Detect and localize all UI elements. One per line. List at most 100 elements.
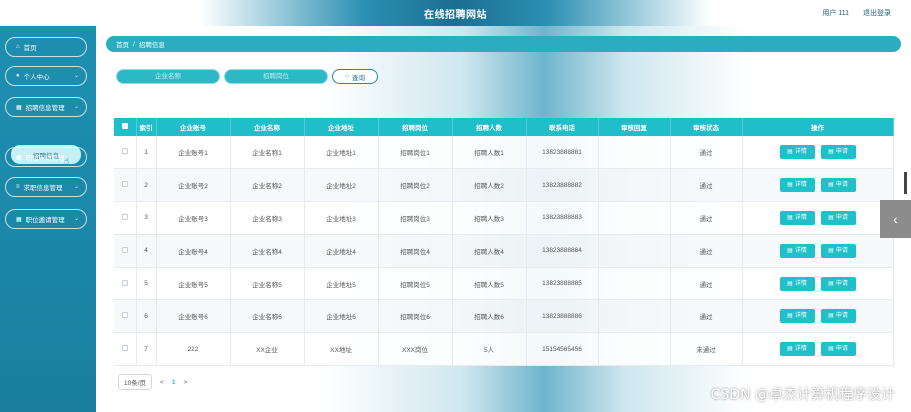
company-name-input[interactable]: 企业名称 (116, 69, 220, 84)
sidebar-item-invitation-management[interactable]: ▦ 职位邀请管理 ⌄ (5, 209, 87, 229)
sidebar-item-application-management[interactable]: ▦ 职位申请管理 ⌄ (5, 147, 87, 167)
sidebar-item-home[interactable]: ⌂ 首页 (5, 37, 87, 57)
detail-button[interactable]: ▤ 详情 (779, 309, 815, 324)
cell-position: 招聘岗位5 (378, 267, 453, 301)
row-checkbox[interactable] (114, 201, 137, 235)
row-checkbox[interactable] (114, 267, 137, 301)
apply-icon: ▤ (828, 149, 834, 156)
search-icon: ○ (345, 73, 349, 80)
cell-status: 通过 (670, 299, 743, 334)
sidebar-item-label: 职位邀请管理 (25, 217, 65, 224)
detail-button[interactable]: ▤ 详情 (779, 178, 815, 193)
column-header: 企业名称 (230, 118, 305, 136)
detail-button[interactable]: ▤ 详情 (779, 145, 815, 160)
cell-reply (598, 201, 671, 235)
cell-company-name: 企业名称1 (230, 136, 305, 170)
detail-button-label: 详情 (794, 214, 807, 221)
apply-button-label: 申请 (835, 313, 848, 320)
cell-phone: 13823888883 (526, 201, 599, 235)
cell-account: 企业账号1 (156, 136, 231, 170)
apply-icon: ▤ (828, 280, 834, 287)
apply-button[interactable]: ▤ 申请 (820, 243, 856, 258)
cell-account: 企业账号3 (156, 201, 231, 235)
apply-button-label: 申请 (835, 346, 848, 353)
page-number[interactable]: 1 (172, 379, 176, 386)
apply-button[interactable]: ▤ 申请 (820, 309, 856, 324)
chevron-down-icon: ⌄ (73, 184, 79, 190)
detail-button[interactable]: ▤ 详情 (779, 243, 815, 258)
detail-button[interactable]: ▤ 详情 (779, 276, 815, 291)
detail-icon: ▤ (787, 214, 793, 221)
page-size-select[interactable]: 10条/页 (118, 374, 153, 390)
home-icon: ⌂ (16, 44, 20, 50)
cell-address: 企业地址6 (304, 299, 379, 334)
detail-button[interactable]: ▤ 详情 (779, 210, 815, 225)
logout-link[interactable]: 退出登录 (863, 8, 891, 18)
collapse-handle[interactable]: ‹ (880, 200, 911, 238)
detail-button-label: 详情 (794, 247, 807, 254)
column-header: 审核回复 (598, 118, 671, 136)
cell-index: 6 (136, 299, 157, 334)
apply-button[interactable]: ▤ 申请 (820, 210, 856, 225)
sidebar-item-label: 首页 (23, 45, 37, 52)
prev-page-button[interactable]: < (160, 379, 164, 386)
apply-button[interactable]: ▤ 申请 (820, 178, 856, 193)
breadcrumb-home[interactable]: 首页 (116, 39, 129, 49)
apply-button[interactable]: ▤ 申请 (820, 342, 856, 357)
apply-button[interactable]: ▤ 申请 (820, 276, 856, 291)
column-header: 操作 (742, 118, 894, 136)
table-row: 7 222 XX企业 XX地址 XXX岗位 5人 15154565456 未通过 ▤ 详情 ▤ 申请 (114, 332, 894, 367)
cell-actions: ▤ 详情 ▤ 申请 (742, 168, 894, 203)
scroll-indicator (904, 172, 907, 194)
select-all-checkbox[interactable] (114, 118, 137, 136)
cell-status: 通过 (670, 201, 743, 235)
column-header: 企业地址 (304, 118, 379, 136)
apply-icon: ▤ (828, 247, 834, 254)
table-row: 4 企业账号4 企业名称4 企业地址4 招聘岗位4 招聘人数4 13823888884 通过 ▤… (114, 234, 894, 268)
detail-button-label: 详情 (794, 182, 807, 189)
table-row: 6 企业账号6 企业名称6 企业地址6 招聘岗位6 招聘人数6 13823888886 通过 ▤… (114, 299, 894, 334)
search-button[interactable]: ○ 查询 (332, 69, 378, 84)
cell-count: 招聘人数2 (452, 168, 527, 203)
sidebar-item-label: 个人中心 (23, 74, 50, 81)
cell-reply (598, 234, 671, 268)
row-checkbox[interactable] (114, 299, 137, 334)
sidebar-item-label: 求职信息管理 (23, 185, 63, 192)
sidebar-item-recruitment-management[interactable]: ▦ 招聘信息管理 ⌄ (5, 97, 87, 117)
row-checkbox[interactable] (114, 136, 137, 170)
detail-button-label: 详情 (794, 346, 807, 353)
column-header: 审核状态 (670, 118, 743, 136)
cell-actions: ▤ 详情 ▤ 申请 (742, 332, 894, 367)
cell-address: 企业地址5 (304, 267, 379, 301)
cell-count: 招聘人数6 (452, 299, 527, 334)
cell-index: 5 (136, 267, 157, 301)
cell-position: 招聘岗位1 (378, 136, 453, 170)
apply-button[interactable]: ▤ 申请 (820, 145, 856, 160)
cell-position: 招聘岗位2 (378, 168, 453, 203)
sidebar-item-personal-center[interactable]: ● 个人中心 ⌄ (5, 66, 87, 86)
detail-icon: ▤ (787, 247, 793, 254)
cell-address: 企业地址2 (304, 168, 379, 203)
app-title: 在线招聘网站 (424, 10, 487, 21)
detail-button[interactable]: ▤ 详情 (779, 342, 815, 357)
column-header: 索引 (136, 118, 157, 136)
chevron-down-icon: ⌄ (73, 154, 79, 160)
row-checkbox[interactable] (114, 234, 137, 268)
cell-reply (598, 332, 671, 367)
cell-reply (598, 136, 671, 170)
apply-button-label: 申请 (835, 182, 848, 189)
table-header-row: 索引 企业账号 企业名称 企业地址 招聘岗位 招聘人数 联系电话 审核回复 审核… (114, 118, 894, 136)
next-page-button[interactable]: > (183, 379, 187, 386)
detail-icon: ▤ (787, 149, 793, 156)
cell-index: 3 (136, 201, 157, 235)
row-checkbox[interactable] (114, 168, 137, 203)
breadcrumb: 首页 / 招聘信息 (106, 36, 901, 52)
apply-icon: ▤ (828, 313, 834, 320)
row-checkbox[interactable] (114, 332, 137, 367)
breadcrumb-current: 招聘信息 (138, 42, 165, 49)
position-input[interactable]: 招聘岗位 (224, 69, 328, 84)
cell-address: 企业地址3 (304, 201, 379, 235)
cell-reply (598, 168, 671, 203)
sidebar-item-jobseeker-management[interactable]: ≡ 求职信息管理 ⌄ (5, 177, 87, 197)
watermark: CSDN @卓杰计算机程序设计 (710, 387, 895, 403)
